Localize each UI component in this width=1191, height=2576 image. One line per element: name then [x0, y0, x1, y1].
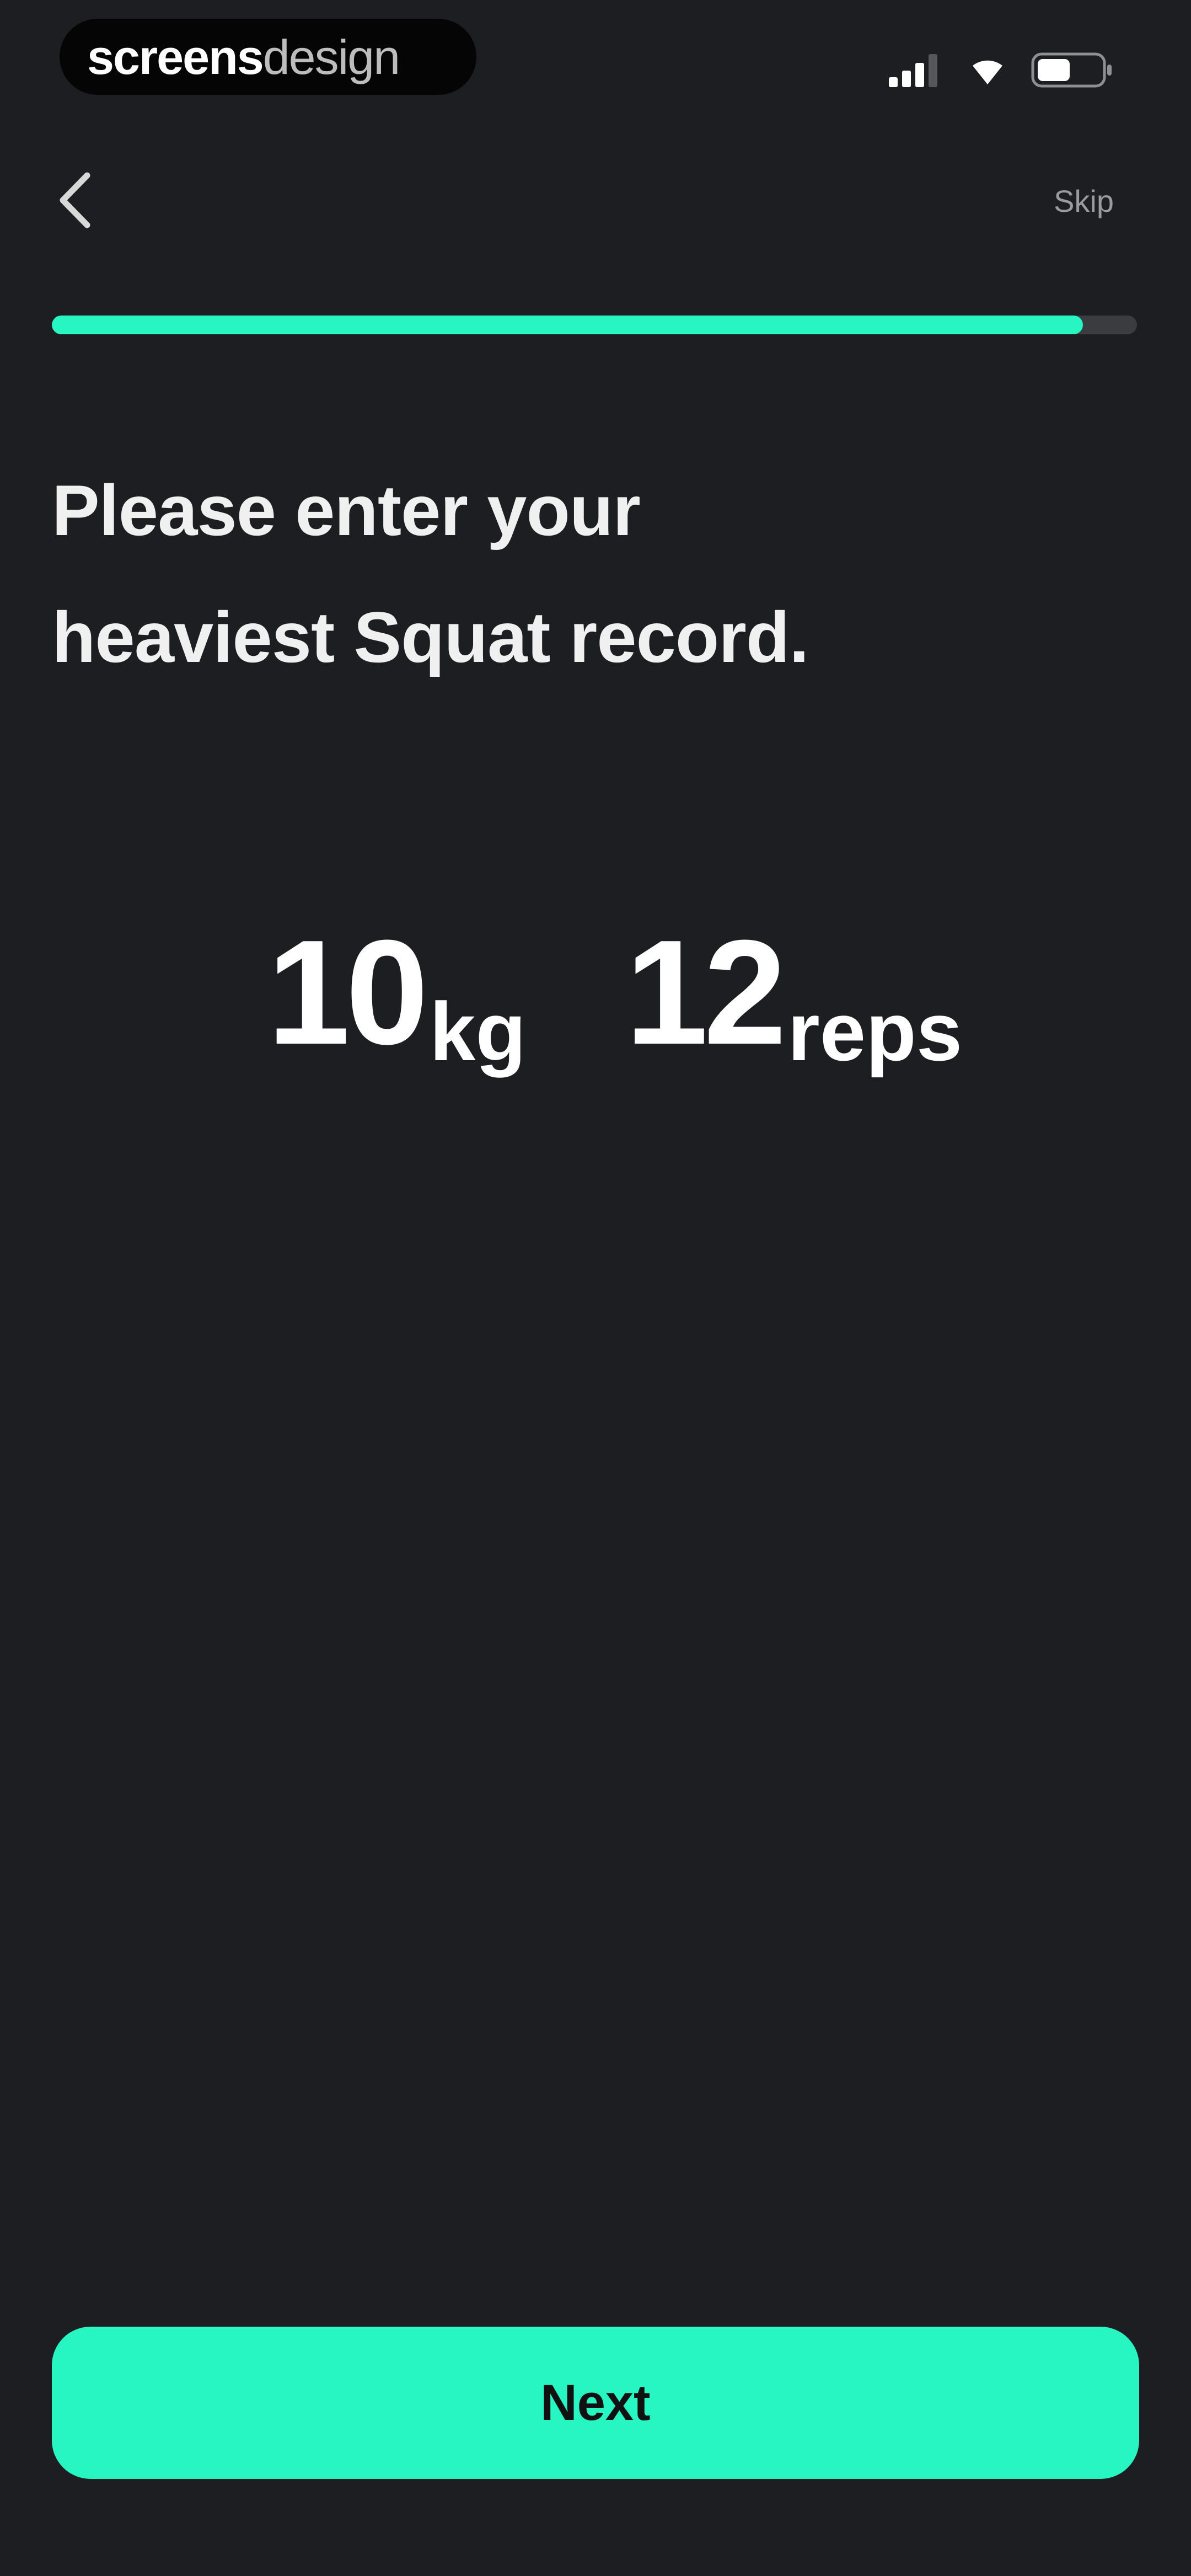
heading-line-1: Please enter your	[52, 470, 641, 551]
status-bar: screensdesign	[0, 0, 1191, 116]
brand-logo-text: screensdesign	[87, 30, 400, 84]
heading-line-2: heaviest Squat record.	[52, 597, 809, 677]
progress-bar-fill	[52, 316, 1083, 334]
skip-link[interactable]: Skip	[1054, 183, 1114, 220]
status-icons	[889, 51, 1114, 89]
weight-unit: kg	[430, 985, 527, 1078]
nav-row: Skip	[0, 154, 1191, 248]
brand-text-strong: screens	[87, 30, 264, 84]
battery-icon	[1031, 52, 1112, 88]
reps-unit: reps	[787, 985, 963, 1078]
back-button[interactable]	[39, 164, 110, 236]
reps-value: 12	[625, 910, 786, 1076]
brand-pill: screensdesign	[60, 19, 476, 95]
app-screen: screensdesign Skip Please enter your hea…	[0, 0, 1191, 2576]
chevron-left-icon	[60, 172, 90, 228]
next-button[interactable]: Next	[52, 2327, 1139, 2479]
progress-bar	[52, 316, 1137, 334]
brand-text-light: design	[262, 30, 400, 84]
weight-picker[interactable]: 10 kg	[267, 910, 527, 1078]
weight-value: 10	[267, 910, 428, 1076]
wifi-icon	[973, 60, 1002, 84]
signal-icon	[889, 54, 937, 87]
page-heading: Please enter your heaviest Squat record.	[52, 447, 1099, 701]
reps-picker[interactable]: 12 reps	[625, 910, 963, 1078]
record-values: 10 kg 12 reps	[0, 910, 1191, 1078]
